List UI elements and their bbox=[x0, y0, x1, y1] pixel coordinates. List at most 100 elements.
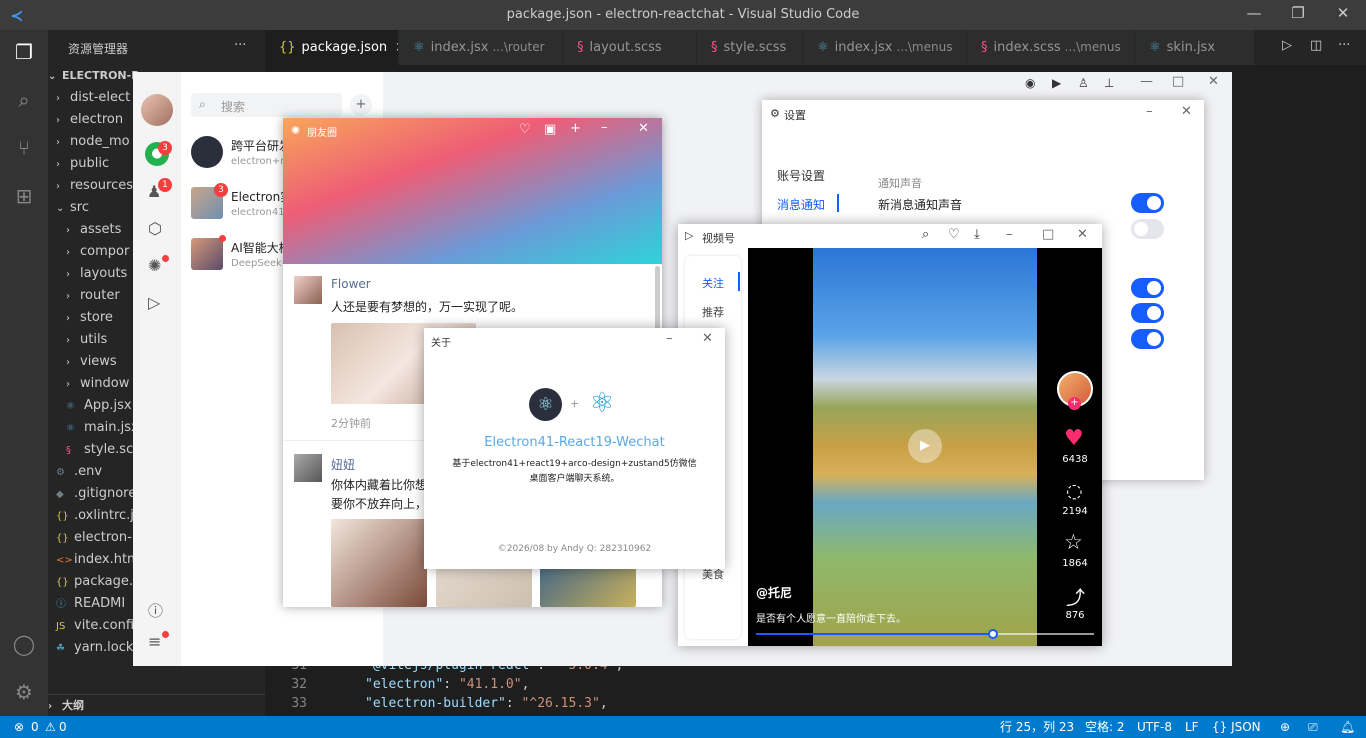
toggle-switch[interactable] bbox=[1131, 219, 1164, 239]
notifications-icon[interactable]: 🔔︎ bbox=[1340, 716, 1355, 738]
minimize-icon[interactable]: — bbox=[1243, 4, 1265, 26]
editor-tab[interactable]: ⚛ index.jsx ...\router bbox=[399, 30, 563, 65]
video-minimize-icon[interactable]: – bbox=[1006, 227, 1013, 242]
indentation[interactable]: 空格: 2 bbox=[1085, 716, 1125, 738]
editor-tab[interactable]: § index.scss ...\menus bbox=[967, 30, 1135, 65]
editor-more-icon[interactable]: ··· bbox=[1338, 38, 1350, 53]
video-search-icon[interactable]: ⌕ bbox=[922, 227, 929, 242]
video-logo-icon: ▷ bbox=[685, 229, 694, 242]
search-input[interactable]: 搜索 bbox=[221, 98, 245, 115]
editor-tab[interactable]: ⚛ index.jsx ...\menus bbox=[803, 30, 967, 65]
code-line[interactable]: "electron": "41.1.0", bbox=[365, 677, 529, 692]
info-icon[interactable]: ⓘ bbox=[148, 600, 163, 621]
feedback-icon[interactable]: ⎚ bbox=[1308, 716, 1318, 738]
progress-knob[interactable] bbox=[987, 629, 998, 639]
editor-tab[interactable]: § style.scss bbox=[697, 30, 803, 65]
progress-track[interactable] bbox=[756, 633, 1094, 635]
account-icon[interactable]: ◯ bbox=[10, 630, 38, 658]
tab-follow[interactable]: 关注 bbox=[702, 275, 724, 291]
outline-section[interactable]: › 大纲 bbox=[48, 694, 265, 716]
toggle-switch[interactable] bbox=[1131, 193, 1164, 213]
tree-item-label: .oxlintrc.j bbox=[74, 508, 134, 523]
toggle-switch[interactable] bbox=[1131, 303, 1164, 323]
video-heart-icon[interactable]: ♡ bbox=[948, 227, 960, 242]
editor-tab[interactable]: ⚛ skin.jsx bbox=[1135, 30, 1255, 65]
line-ending[interactable]: LF bbox=[1185, 716, 1199, 738]
about-minimize-icon[interactable]: – bbox=[666, 331, 673, 346]
window-title: package.json - electron-reactchat - Visu… bbox=[506, 7, 860, 22]
video-close-icon[interactable]: ✕ bbox=[1077, 227, 1088, 242]
post-photo[interactable] bbox=[436, 568, 532, 607]
moments-minimize-icon[interactable]: – bbox=[601, 120, 608, 135]
language-mode[interactable]: {} JSON bbox=[1212, 716, 1261, 738]
restore-icon[interactable]: ❐ bbox=[1287, 4, 1309, 26]
star-icon[interactable]: ☆ bbox=[1064, 530, 1083, 554]
post-photo[interactable] bbox=[331, 519, 427, 607]
warnings-icon[interactable]: ⚠ bbox=[45, 716, 56, 738]
video-author[interactable]: @托尼 bbox=[756, 584, 792, 601]
add-button[interactable]: + bbox=[350, 94, 372, 116]
video-maximize-icon[interactable]: □ bbox=[1042, 227, 1054, 242]
box-icon[interactable]: ⬡ bbox=[148, 219, 162, 238]
app-skin-icon[interactable]: ◉ bbox=[1025, 76, 1035, 90]
app-pin-icon[interactable]: ⊥ bbox=[1104, 76, 1114, 90]
heart-icon[interactable]: ♡ bbox=[519, 122, 531, 137]
encoding[interactable]: UTF-8 bbox=[1137, 716, 1172, 738]
play-icon[interactable]: ▶ bbox=[908, 429, 942, 463]
app-shirt-icon[interactable]: ♙ bbox=[1078, 76, 1089, 90]
explorer-icon[interactable]: ❐ bbox=[10, 38, 38, 66]
tab-recommend[interactable]: 推荐 bbox=[702, 304, 724, 320]
file-type-icon: ◆ bbox=[56, 489, 64, 500]
app-close-icon[interactable]: ✕ bbox=[1208, 74, 1219, 89]
settings-close-icon[interactable]: ✕ bbox=[1181, 104, 1192, 119]
copilot-icon[interactable]: ⊕ bbox=[1280, 716, 1290, 738]
add-icon[interactable]: + bbox=[570, 121, 581, 136]
menu-account[interactable]: 账号设置 bbox=[777, 167, 825, 184]
download-icon[interactable]: ⤓ bbox=[974, 227, 980, 242]
search-box[interactable]: ⌕ 搜索 bbox=[191, 93, 342, 117]
like-icon[interactable]: ♥ bbox=[1064, 426, 1084, 451]
warning-count[interactable]: 0 bbox=[59, 716, 67, 738]
source-control-icon[interactable]: ⑂ bbox=[10, 134, 38, 162]
app-play-icon[interactable]: ▶ bbox=[1052, 76, 1061, 90]
post-author[interactable]: 妞妞 bbox=[331, 456, 355, 473]
split-editor-icon[interactable]: ◫ bbox=[1310, 38, 1322, 53]
menu-icon[interactable]: ≡ bbox=[148, 632, 161, 651]
extensions-icon[interactable]: ⊞ bbox=[10, 182, 38, 210]
toggle-switch[interactable] bbox=[1131, 329, 1164, 349]
search-icon[interactable]: ⌕ bbox=[10, 86, 38, 114]
editor-tab[interactable]: § layout.scss bbox=[563, 30, 697, 65]
video-player[interactable]: ▶ + ♥ 6438 ◌ 2194 ☆ 1864 ⤴ 876 @托尼 是否有个人… bbox=[748, 248, 1102, 646]
file-type-icon: § bbox=[66, 445, 71, 456]
errors-icon[interactable]: ⊗ bbox=[14, 716, 24, 738]
avatar[interactable] bbox=[141, 94, 173, 126]
code-line[interactable]: "electron-builder": "^26.15.3", bbox=[365, 696, 608, 711]
tree-item-label: dist-elect bbox=[70, 90, 131, 105]
video-channel-icon[interactable]: ▷ bbox=[148, 293, 160, 312]
post-avatar[interactable] bbox=[294, 454, 322, 482]
toggle-switch[interactable] bbox=[1131, 278, 1164, 298]
app-minimize-icon[interactable]: — bbox=[1140, 74, 1153, 89]
settings-minimize-icon[interactable]: – bbox=[1146, 104, 1153, 119]
cursor-position[interactable]: 行 25，列 23 bbox=[1000, 716, 1074, 738]
comment-icon[interactable]: ◌ bbox=[1066, 480, 1083, 502]
share-icon[interactable]: ⤴ bbox=[1066, 583, 1085, 610]
moments-icon[interactable]: ✺ bbox=[148, 256, 161, 275]
follow-icon[interactable]: + bbox=[1068, 397, 1081, 410]
moments-close-icon[interactable]: ✕ bbox=[638, 121, 649, 136]
chevron-right-icon: › bbox=[56, 137, 60, 148]
post-avatar[interactable] bbox=[294, 276, 322, 304]
more-actions-icon[interactable]: ··· bbox=[234, 38, 246, 53]
menu-notify[interactable]: 消息通知 bbox=[777, 196, 825, 213]
post-text: 人还是要有梦想的，万一实现了呢。 bbox=[331, 300, 524, 314]
editor-tab[interactable]: {}package.json× bbox=[265, 30, 399, 65]
image-icon[interactable]: ▣ bbox=[544, 122, 556, 137]
close-icon[interactable]: ✕ bbox=[1332, 4, 1354, 26]
about-close-icon[interactable]: ✕ bbox=[702, 331, 713, 346]
post-photo[interactable] bbox=[540, 568, 636, 607]
error-count[interactable]: 0 bbox=[31, 716, 39, 738]
post-author[interactable]: Flower bbox=[331, 277, 371, 291]
settings-gear-icon[interactable]: ⚙ bbox=[10, 678, 38, 706]
run-icon[interactable]: ▷ bbox=[1282, 38, 1292, 53]
app-maximize-icon[interactable]: □ bbox=[1172, 74, 1184, 89]
